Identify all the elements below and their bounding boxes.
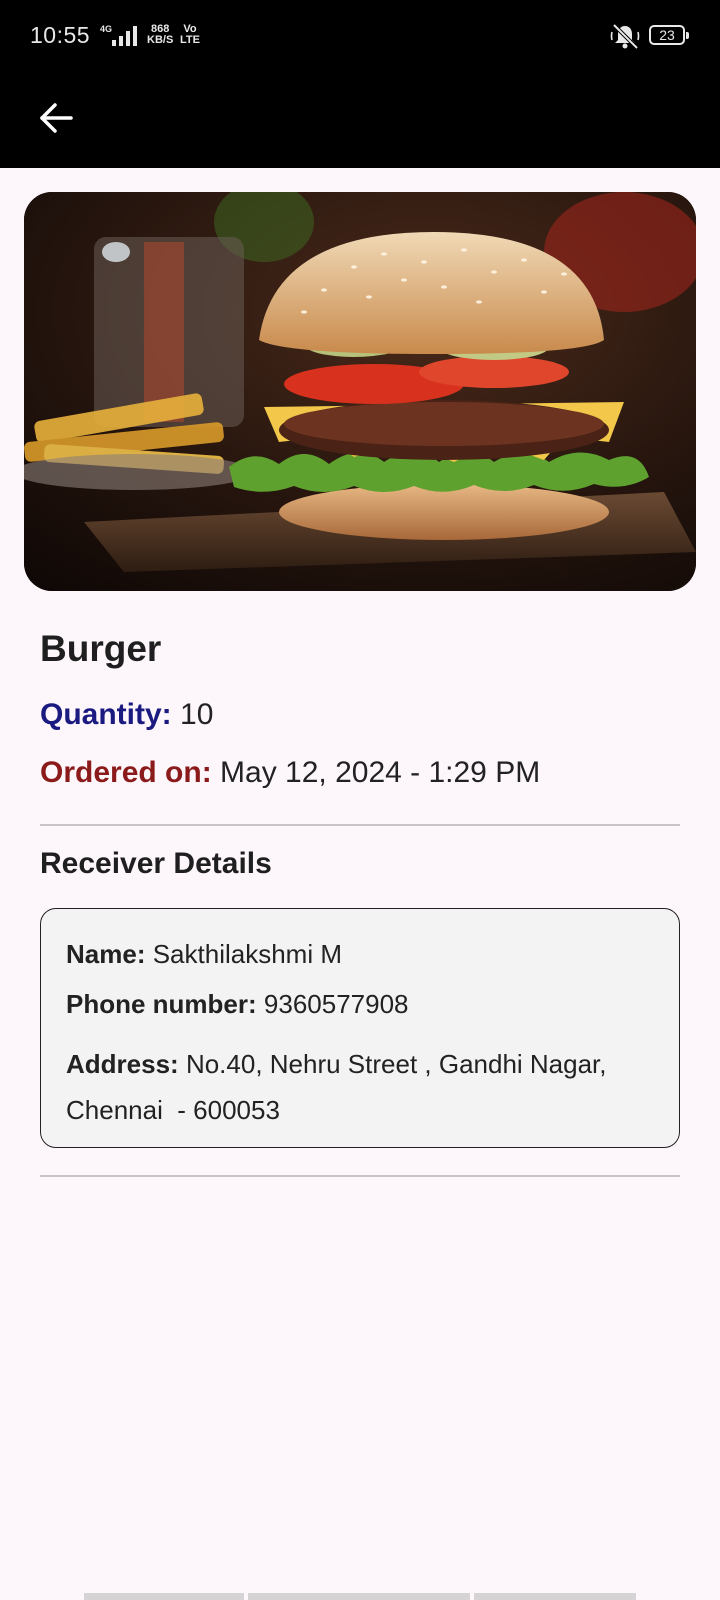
receiver-address-row: Address: No.40, Nehru Street , Gandhi Na… <box>66 1041 656 1133</box>
volte-indicator: Vo LTE <box>180 24 200 46</box>
battery-icon: 23 <box>649 25 689 45</box>
divider <box>40 1175 680 1177</box>
bell-off-icon <box>610 23 640 50</box>
item-title: Burger <box>40 628 162 669</box>
receiver-name-value: Sakthilakshmi M <box>152 939 342 969</box>
nav-gesture-hint <box>248 1593 470 1600</box>
back-button[interactable] <box>30 92 82 144</box>
receiver-phone-row: Phone number: 9360577908 <box>66 989 409 1020</box>
nav-gesture-hint <box>84 1593 244 1600</box>
nav-gesture-hint <box>474 1593 636 1600</box>
status-bar: 10:55 4G 868 KB/S Vo LTE 23 <box>0 0 720 72</box>
quantity-value: 10 <box>180 698 214 731</box>
speed-unit: KB/S <box>147 34 174 46</box>
quantity-label: Quantity: <box>40 698 172 731</box>
ordered-value: May 12, 2024 - 1:29 PM <box>220 756 541 789</box>
ordered-label: Ordered on: <box>40 756 212 789</box>
receiver-name-row: Name: Sakthilakshmi M <box>66 939 342 970</box>
receiver-address-label: Address: <box>66 1049 179 1079</box>
ordered-row: Ordered on: May 12, 2024 - 1:29 PM <box>40 756 540 790</box>
signal-icon <box>112 26 140 46</box>
quantity-row: Quantity: 10 <box>40 698 213 732</box>
arrow-left-icon <box>40 103 73 133</box>
receiver-section-title: Receiver Details <box>40 847 272 880</box>
network-speed: 868 KB/S <box>147 24 173 46</box>
divider <box>40 824 680 826</box>
item-image <box>24 192 696 591</box>
receiver-name-label: Name: <box>66 939 146 969</box>
volte-bottom: LTE <box>180 34 200 46</box>
receiver-phone-value: 9360577908 <box>263 989 409 1019</box>
battery-level: 23 <box>659 27 675 43</box>
network-type: 4G <box>100 24 113 34</box>
receiver-phone-label: Phone number: <box>66 989 257 1019</box>
receiver-card: Name: Sakthilakshmi M Phone number: 9360… <box>40 908 680 1148</box>
status-time: 10:55 <box>30 22 91 48</box>
app-bar <box>0 72 720 168</box>
